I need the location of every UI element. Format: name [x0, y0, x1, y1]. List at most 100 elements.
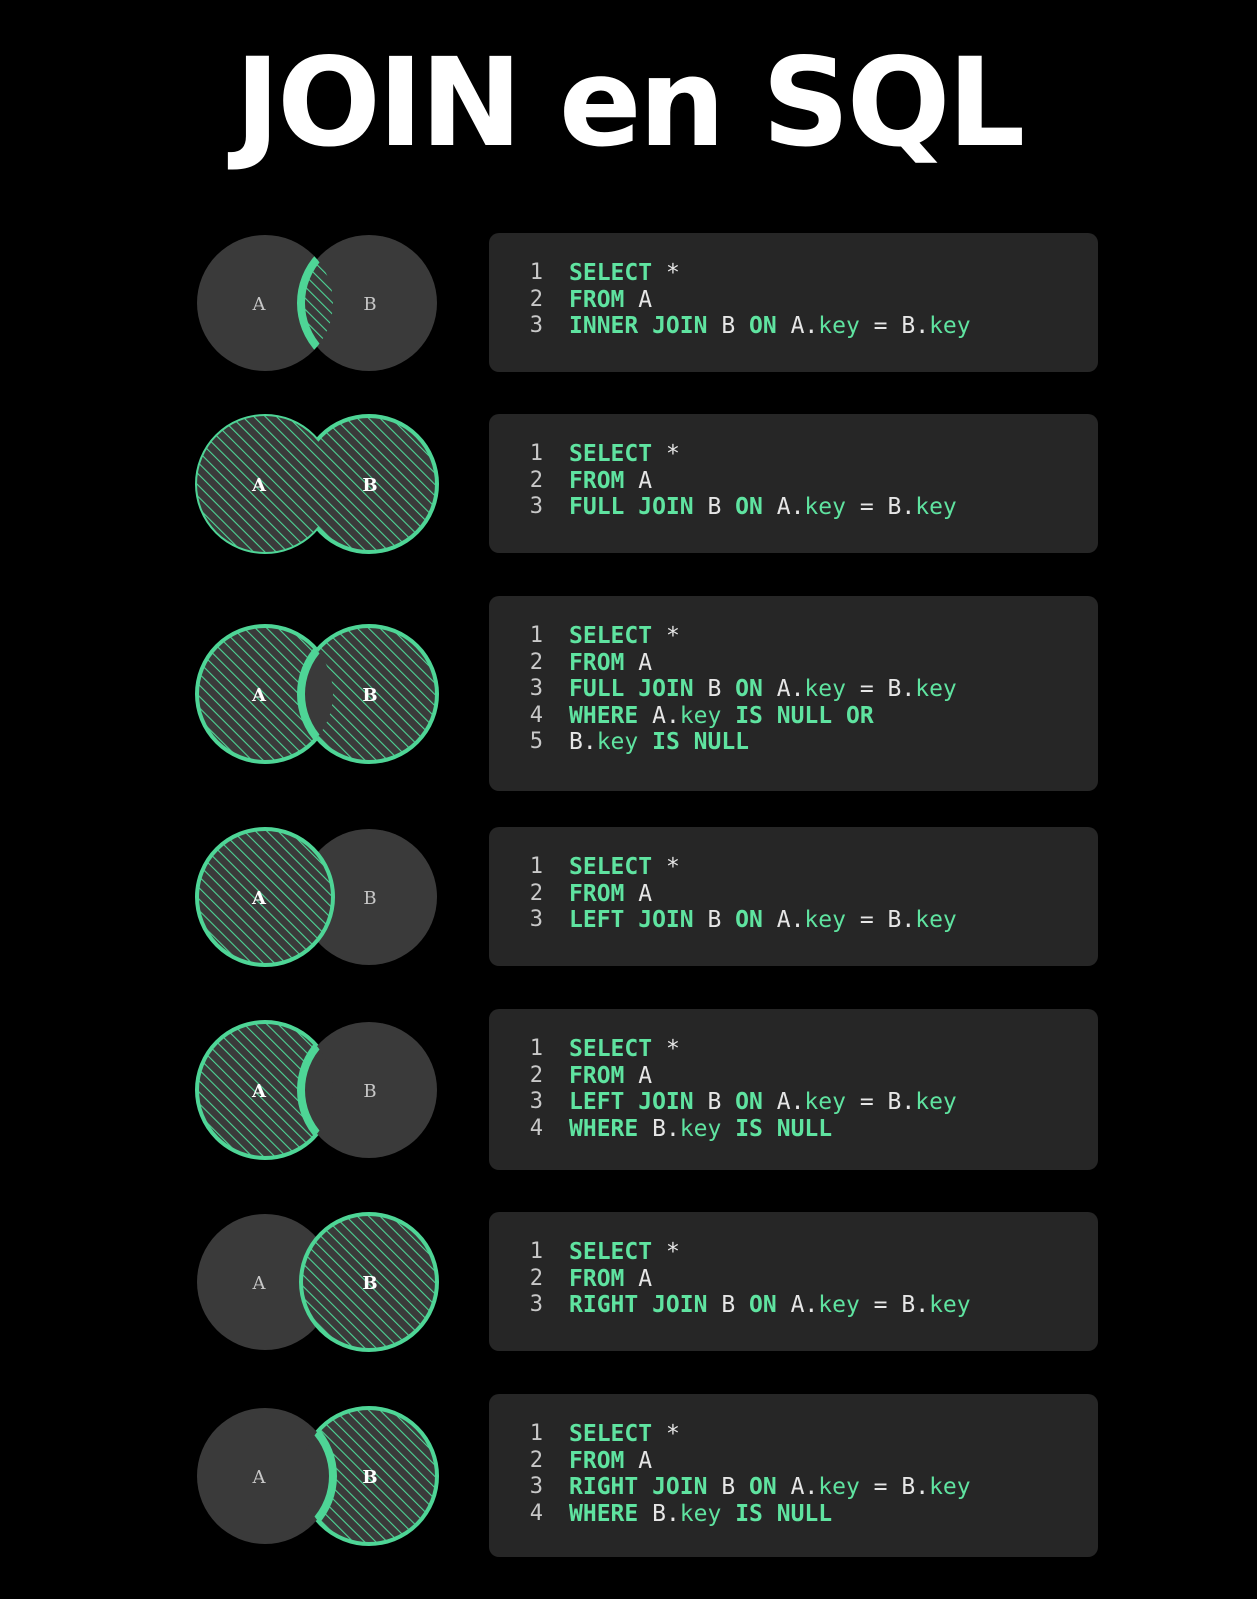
venn-diagram: AB	[195, 1020, 437, 1160]
code-token: *	[652, 854, 680, 880]
code-token: B	[693, 1089, 736, 1115]
code-line: 1 SELECT *	[489, 1239, 1098, 1266]
label-a: A	[252, 294, 267, 315]
code-block-full-join-exclusive: 1 SELECT * 2 FROM A 3 FULL JOIN B ON A.key = …	[489, 596, 1098, 791]
code-token: key	[929, 1292, 971, 1318]
code-text: SELECT *	[569, 854, 680, 881]
code-token: key	[915, 1089, 957, 1115]
code-line: 3 INNER JOIN B ON A.key = B.key	[489, 313, 1098, 340]
code-text: SELECT *	[569, 1036, 680, 1063]
code-block-left-join-exclusive: 1 SELECT * 2 FROM A 3 LEFT JOIN B ON A.key = …	[489, 1009, 1098, 1170]
line-number: 3	[529, 494, 543, 519]
code-line: 4 WHERE A.key IS NULL OR	[489, 703, 1098, 730]
code-text: FROM A	[569, 1448, 652, 1475]
code-token: B.	[569, 729, 597, 755]
line-number: 2	[529, 286, 543, 312]
code-token: key	[818, 1474, 860, 1500]
code-token: FROM	[569, 1447, 625, 1474]
code-token: A.	[638, 702, 680, 729]
line-number: 3	[529, 1089, 543, 1114]
code-text: WHERE B.key IS NULL	[569, 1501, 832, 1528]
code-token: SELECT	[569, 1239, 653, 1265]
code-token: =	[845, 1089, 888, 1115]
code-token: A	[624, 880, 653, 907]
code-line: 2 FROM A	[489, 1266, 1098, 1293]
code-token: WHERE	[569, 702, 639, 729]
code-token: *	[652, 623, 680, 649]
code-token: FROM	[569, 286, 625, 313]
code-line: 1 SELECT *	[489, 441, 1098, 468]
venn-diagram: AB	[195, 414, 439, 554]
code-token: B.	[638, 1115, 680, 1142]
code-line: 1 SELECT *	[489, 1421, 1098, 1448]
code-token: B	[693, 676, 736, 702]
code-token: key	[804, 494, 846, 520]
line-number: 1	[529, 260, 543, 285]
line-number: 4	[529, 702, 543, 728]
code-line: 4 WHERE B.key IS NULL	[489, 1501, 1098, 1528]
code-line: 1 SELECT *	[489, 623, 1098, 650]
code-text: WHERE B.key IS NULL	[569, 1116, 832, 1143]
code-text: FROM A	[569, 1063, 652, 1090]
code-block-right-join-exclusive: 1 SELECT * 2 FROM A 3 RIGHT JOIN B ON A.key =…	[489, 1394, 1098, 1557]
code-text: SELECT *	[569, 1239, 680, 1266]
line-number: 1	[529, 1036, 543, 1061]
code-block-right-join: 1 SELECT * 2 FROM A 3 RIGHT JOIN B ON A.key =…	[489, 1212, 1098, 1351]
code-token: A.	[776, 1292, 819, 1318]
code-token: B.	[901, 313, 930, 339]
code-line: 2 FROM A	[489, 1063, 1098, 1090]
code-token: B	[693, 907, 736, 933]
line-number: 3	[529, 676, 543, 701]
code-token: SELECT	[569, 260, 653, 286]
line-number: 1	[529, 854, 543, 879]
label-a: A	[251, 475, 267, 496]
code-token: ON	[749, 1292, 777, 1318]
venn-diagram: AB	[197, 235, 437, 371]
line-number: 2	[529, 467, 543, 493]
code-token: key	[818, 313, 860, 339]
code-token: B.	[887, 907, 916, 933]
code-token: FROM	[569, 649, 625, 676]
line-number: 2	[529, 1265, 543, 1291]
code-token: B.	[887, 676, 916, 702]
code-token: B.	[901, 1292, 930, 1318]
code-token: key	[596, 729, 639, 755]
code-token: SELECT	[569, 623, 653, 649]
code-token: SELECT	[569, 1036, 653, 1062]
code-block-full-join: 1 SELECT * 2 FROM A 3 FULL JOIN B ON A.key = …	[489, 414, 1098, 553]
code-token: B	[707, 1474, 750, 1500]
label-b: B	[363, 888, 376, 909]
code-token: FROM	[569, 467, 625, 494]
code-line: 3 LEFT JOIN B ON A.key = B.key	[489, 907, 1098, 934]
code-token: ON	[749, 313, 777, 339]
label-a: A	[251, 1081, 267, 1102]
code-token: =	[845, 676, 888, 702]
code-text: B.key IS NULL	[569, 729, 749, 756]
label-b: B	[362, 1273, 377, 1294]
code-token: *	[652, 1036, 680, 1062]
code-text: SELECT *	[569, 441, 680, 468]
code-token: key	[679, 702, 722, 729]
page-title: JOIN en SQL	[234, 32, 1025, 174]
code-line: 1 SELECT *	[489, 1036, 1098, 1063]
line-number: 3	[529, 313, 543, 338]
code-token: B.	[638, 1500, 680, 1527]
code-token: FROM	[569, 880, 625, 907]
line-number: 3	[529, 907, 543, 932]
code-text: SELECT *	[569, 260, 680, 287]
code-token: A	[624, 1447, 653, 1474]
code-token: *	[652, 441, 680, 467]
code-token: ON	[735, 676, 763, 702]
code-token: B.	[887, 1089, 916, 1115]
label-b: B	[363, 294, 376, 315]
code-line: 2 FROM A	[489, 650, 1098, 677]
code-token: A	[624, 286, 653, 313]
code-token: *	[652, 260, 680, 286]
code-text: LEFT JOIN B ON A.key = B.key	[569, 1089, 957, 1116]
label-b: B	[362, 475, 377, 496]
code-token: A.	[762, 676, 805, 702]
code-token: IS NULL	[721, 1115, 833, 1142]
code-token: =	[859, 313, 902, 339]
code-token: ON	[749, 1474, 777, 1500]
line-number: 4	[529, 1115, 543, 1141]
